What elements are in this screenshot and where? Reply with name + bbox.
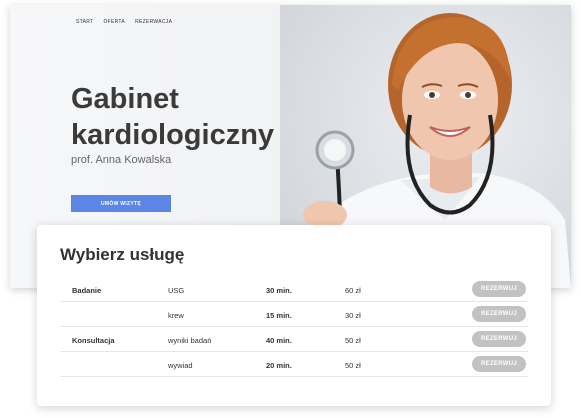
service-price: 30 zł <box>345 311 361 320</box>
table-row: krew 15 min. 30 zł REZERWUJ <box>60 302 528 327</box>
service-duration: 15 min. <box>266 311 292 320</box>
services-title: Wybierz usługę <box>60 245 185 264</box>
service-price: 60 zł <box>345 286 361 295</box>
table-row: Badanie USG 30 min. 60 zł REZERWUJ <box>60 277 528 302</box>
service-price: 50 zł <box>345 336 361 345</box>
table-row: wywiad 20 min. 50 zł REZERWUJ <box>60 352 528 377</box>
service-duration: 20 min. <box>266 361 292 370</box>
service-category: Badanie <box>72 286 102 295</box>
service-price: 50 zł <box>345 361 361 370</box>
title-line-1: Gabinet <box>71 83 179 115</box>
service-name: wyniki badań <box>168 336 212 345</box>
service-name: wywiad <box>168 361 193 370</box>
nav-oferta[interactable]: OFERTA <box>103 19 125 25</box>
doctor-name: prof. Anna Kowalska <box>71 154 172 166</box>
service-name: USG <box>168 286 185 295</box>
book-visit-button[interactable]: UMÓW WIZYTĘ <box>71 195 171 212</box>
main-nav: START OFERTA REZERWACJA <box>76 19 172 25</box>
service-duration: 40 min. <box>266 336 292 345</box>
service-category: Konsultacja <box>72 336 115 345</box>
title-line-2: kardiologiczny <box>71 119 275 151</box>
nav-rezerwacja[interactable]: REZERWACJA <box>135 19 172 25</box>
table-row: Konsultacja wyniki badań 40 min. 50 zł R… <box>60 327 528 352</box>
service-duration: 30 min. <box>266 286 292 295</box>
reserve-button[interactable]: REZERWUJ <box>472 281 526 297</box>
page-title: Gabinet kardiologiczny <box>71 81 274 153</box>
reserve-button[interactable]: REZERWUJ <box>472 356 526 372</box>
service-name: krew <box>168 311 184 320</box>
reserve-button[interactable]: REZERWUJ <box>472 331 526 347</box>
services-card: Wybierz usługę Badanie USG 30 min. 60 zł… <box>37 225 551 406</box>
reserve-button[interactable]: REZERWUJ <box>472 306 526 322</box>
services-table: Badanie USG 30 min. 60 zł REZERWUJ krew … <box>60 277 528 377</box>
nav-start[interactable]: START <box>76 19 93 25</box>
